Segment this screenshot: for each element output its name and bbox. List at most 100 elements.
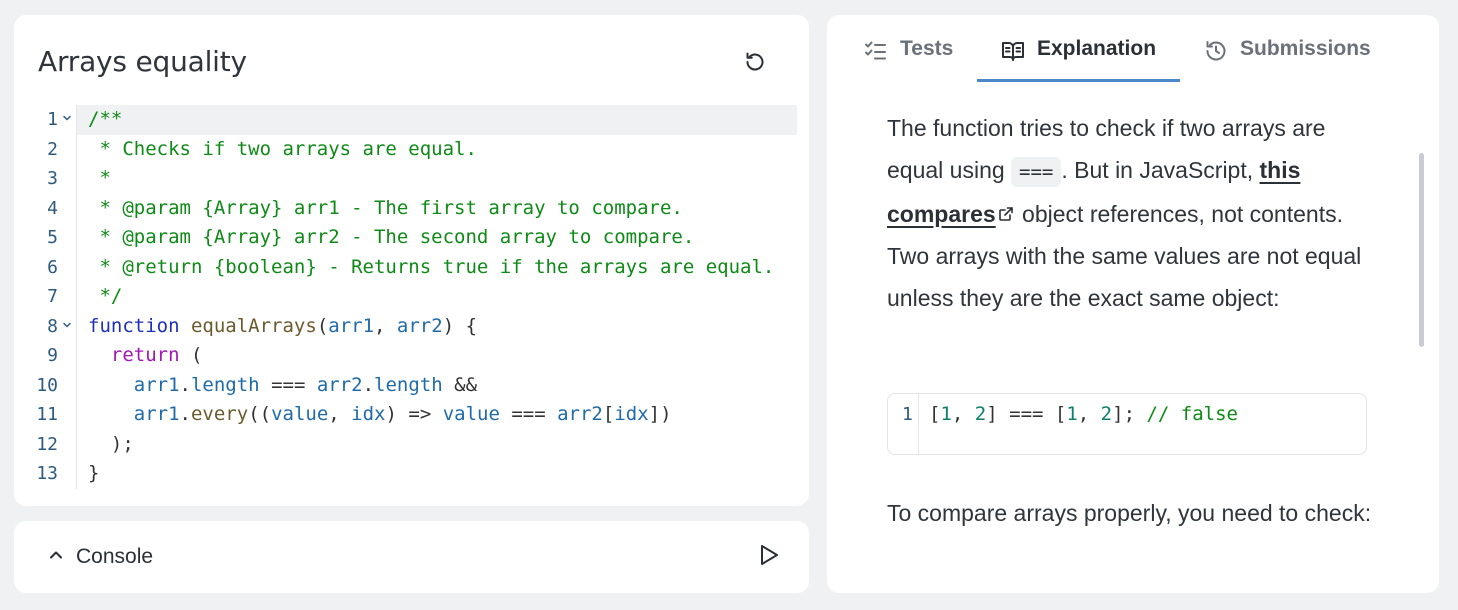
line-gutter: 9 (26, 341, 78, 371)
code-token: * @param {Array} arr2 - The second array… (88, 226, 695, 248)
code-line[interactable]: 5 * @param {Array} arr2 - The second arr… (26, 223, 809, 253)
explanation-paragraph-2: To compare arrays properly, you need to … (887, 500, 1372, 526)
chevron-up-icon (48, 547, 64, 568)
tab-explanation[interactable]: Explanation (1001, 37, 1156, 83)
code-token: */ (88, 285, 123, 307)
code-token: . (179, 373, 191, 396)
line-gutter: 11 (26, 400, 78, 430)
snippet-token: , (1077, 403, 1101, 425)
code-token: length (190, 373, 260, 396)
code-token: arr1 (328, 314, 375, 337)
code-line[interactable]: 13} (26, 459, 809, 489)
code-token: every (190, 403, 249, 425)
code-line[interactable]: 7 */ (26, 282, 809, 312)
code-token: arr1 (133, 403, 180, 425)
external-link-icon (998, 193, 1014, 235)
code-token: && (442, 373, 478, 396)
code-token: ( (179, 344, 203, 366)
code-token: , (328, 403, 352, 425)
code-token: idx (351, 403, 386, 425)
reset-icon (743, 50, 767, 79)
line-number: 13 (36, 463, 58, 484)
snippet-token: // false (1146, 403, 1238, 425)
code-line[interactable]: 4 * @param {Array} arr1 - The first arra… (26, 193, 809, 224)
side-panel: Tests Explanation Submissions The functi… (827, 15, 1439, 593)
fold-chevron-icon[interactable] (62, 312, 72, 342)
history-icon (1204, 39, 1228, 63)
code-text: function equalArrays(arr1, arr2) { (77, 312, 797, 342)
line-number: 10 (36, 374, 58, 396)
code-text: ); (77, 430, 797, 460)
code-text: arr1.length === arr2.length && (77, 371, 797, 401)
code-line[interactable]: 1 /** (26, 105, 809, 135)
code-token: . (362, 373, 375, 396)
line-gutter: 7 (26, 282, 78, 312)
line-gutter: 2 (26, 135, 78, 165)
code-token: (( (248, 403, 272, 425)
line-gutter: 4 (26, 194, 78, 224)
code-text: */ (77, 282, 797, 312)
code-token: value (271, 403, 329, 425)
book-icon (1001, 39, 1025, 63)
line-gutter: 1 (26, 105, 78, 135)
snippet-token: 2 (974, 403, 987, 425)
code-token: equalArrays (190, 314, 317, 337)
active-tab-indicator (977, 79, 1180, 82)
fold-chevron-icon[interactable] (62, 105, 72, 135)
code-token: idx (614, 403, 649, 425)
run-button[interactable] (756, 543, 782, 571)
line-number: 7 (47, 286, 58, 307)
line-number: 11 (36, 404, 58, 425)
line-gutter: 8 (26, 312, 78, 342)
code-token: arr1 (133, 373, 180, 396)
console-toggle[interactable]: Console (48, 545, 153, 569)
snippet-token: [ (929, 403, 941, 425)
tab-label: Tests (900, 37, 954, 60)
tab-tests[interactable]: Tests (864, 37, 953, 83)
code-line[interactable]: 9 return ( (26, 341, 809, 371)
snippet-token: ]; (1112, 403, 1147, 425)
code-line[interactable]: 12 ); (26, 429, 809, 460)
play-icon (759, 544, 779, 571)
code-line[interactable]: 10 arr1.length === arr2.length && (26, 370, 809, 401)
scrollbar-thumb[interactable] (1419, 153, 1424, 347)
line-number: 6 (47, 256, 58, 278)
checklist-icon (864, 39, 888, 63)
code-token: ) => (385, 403, 443, 425)
tab-bar: Tests Explanation Submissions (827, 15, 1439, 83)
code-text: * Checks if two arrays are equal. (77, 135, 797, 165)
code-token: arr2 (316, 373, 363, 396)
code-token: === (499, 403, 558, 425)
snippet-token: ] === [ (986, 403, 1067, 425)
line-number: 4 (47, 197, 58, 219)
code-line[interactable]: 8 function equalArrays(arr1, arr2) { (26, 311, 809, 342)
code-area[interactable]: 1/** 2 * Checks if two arrays are equal. 3… (26, 105, 809, 489)
snippet-gutter-divider (918, 394, 919, 454)
code-line[interactable]: 6 * @return {boolean} - Returns true if … (26, 252, 809, 282)
line-number: 12 (36, 433, 58, 455)
line-gutter: 13 (26, 459, 78, 489)
code-token: } (88, 462, 100, 484)
console-label: Console (76, 545, 154, 568)
line-number: 2 (47, 138, 58, 160)
code-line[interactable]: 11 arr1.every((value, idx) => value === … (26, 400, 809, 430)
code-token: /** (88, 108, 123, 130)
code-token: ) { (442, 314, 478, 337)
snippet-token: 1 (940, 403, 952, 425)
inline-code: === (1011, 157, 1062, 187)
tab-submissions[interactable]: Submissions (1204, 37, 1371, 83)
reset-code-button[interactable] (740, 49, 770, 79)
code-line[interactable]: 2 * Checks if two arrays are equal. (26, 134, 809, 165)
line-number: 3 (47, 168, 58, 189)
code-line[interactable]: 3 * (26, 164, 809, 194)
line-number: 1 (47, 109, 58, 130)
code-text: return ( (77, 341, 797, 371)
code-snippet: 1 [1, 2] === [1, 2]; // false (887, 393, 1367, 455)
code-token: * @return {boolean} - Returns true if th… (88, 255, 775, 278)
code-token: arr2 (396, 314, 443, 337)
code-text: * @param {Array} arr2 - The second array… (77, 223, 797, 253)
code-token: length (374, 373, 443, 396)
